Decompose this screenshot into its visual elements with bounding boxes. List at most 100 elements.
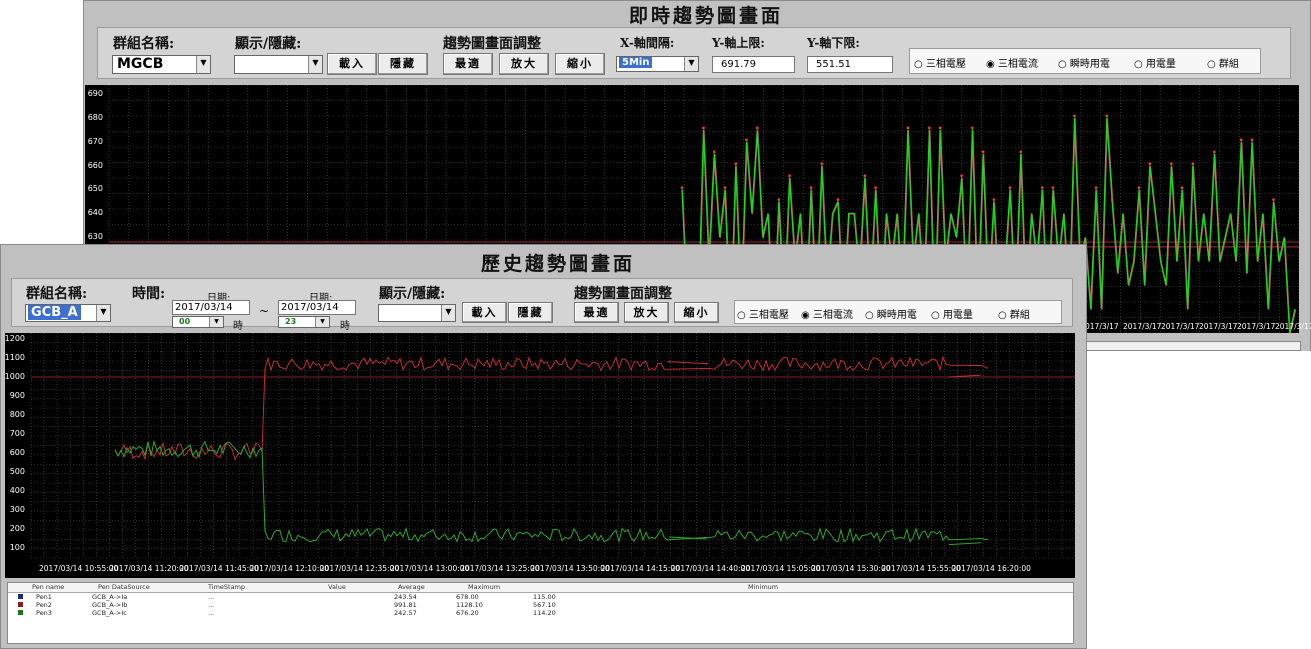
x-tick-label: 2017/3/17 bbox=[1161, 322, 1200, 331]
radio-icon: ○ bbox=[865, 310, 874, 321]
pen-color-swatch bbox=[18, 610, 23, 615]
best-fit-button[interactable]: 最適 bbox=[574, 302, 619, 323]
realtime-legend-area bbox=[1084, 351, 1311, 409]
zoom-out-button[interactable]: 縮小 bbox=[555, 53, 605, 75]
legend-header-row: Pen name Pen DataSource TimeStamp Value Aver… bbox=[8, 583, 1073, 593]
data-point bbox=[777, 198, 780, 201]
legend-cell: Pen2 bbox=[36, 601, 52, 609]
data-point bbox=[1213, 150, 1216, 153]
chevron-down-icon[interactable]: ▼ bbox=[209, 317, 223, 327]
radio-instant-power[interactable]: ○ 瞬時用電 bbox=[865, 306, 917, 321]
radio-icon: ○ bbox=[1058, 59, 1067, 70]
radio-instant-power[interactable]: ○ 瞬時用電 bbox=[1058, 55, 1110, 70]
radio-selected-icon: ◉ bbox=[801, 310, 810, 321]
pen-color-swatch bbox=[18, 602, 23, 607]
group-name-label: 群組名稱: bbox=[113, 36, 175, 52]
data-point bbox=[992, 198, 996, 201]
best-fit-button[interactable]: 最適 bbox=[443, 53, 493, 75]
end-hour-select[interactable]: 23 ▼ bbox=[278, 316, 330, 328]
radio-three-phase-voltage[interactable]: ○ 三相電壓 bbox=[737, 306, 789, 321]
x-interval-select[interactable]: 5Min ▼ bbox=[616, 56, 699, 72]
data-point bbox=[971, 126, 974, 130]
legend-cell: 567.10 bbox=[533, 601, 556, 609]
radio-energy-usage[interactable]: ○ 用電量 bbox=[1134, 55, 1176, 70]
radio-icon: ○ bbox=[1207, 59, 1216, 70]
chevron-down-icon[interactable]: ▼ bbox=[308, 56, 322, 73]
legend-cell: 114.20 bbox=[533, 609, 556, 617]
radio-group[interactable]: ○ 群組 bbox=[1207, 55, 1239, 70]
show-hide-select[interactable]: ▼ bbox=[378, 304, 456, 322]
data-point bbox=[1240, 138, 1243, 142]
chevron-down-icon[interactable]: ▼ bbox=[441, 305, 455, 321]
radio-selected-icon: ◉ bbox=[986, 59, 995, 70]
data-point bbox=[1180, 186, 1184, 189]
data-point bbox=[1094, 186, 1098, 189]
zoom-in-button[interactable]: 放大 bbox=[624, 302, 669, 323]
radio-three-phase-current[interactable]: ◉ 三相電流 bbox=[801, 306, 853, 321]
group-name-label: 群組名稱: bbox=[26, 286, 88, 302]
legend-body: Pen1 GCB_A->Ia... 243.54 678.00 115.00 Pen2 GC… bbox=[8, 593, 1073, 633]
legend-header-cell: Minimum bbox=[748, 583, 779, 591]
gap-bridge-line bbox=[668, 361, 708, 365]
y-lower-input[interactable]: 551.51 bbox=[807, 56, 893, 73]
x-tick-label: 2017/03/14 15:30:00 bbox=[811, 564, 891, 573]
history-chart-area: 1200 1100 1000 900 800 700 600 500 400 300 200 100 2… bbox=[5, 333, 1075, 578]
x-tick-label: 2017/03/14 14:15:00 bbox=[600, 564, 680, 573]
legend-cell: 243.54 bbox=[394, 593, 417, 601]
radio-energy-usage[interactable]: ○ 用電量 bbox=[931, 306, 973, 321]
pen-legend-table: Pen name Pen DataSource TimeStamp Value Aver… bbox=[7, 582, 1074, 644]
adjust-label: 趨勢圖畫面調整 bbox=[574, 286, 672, 302]
data-point bbox=[702, 126, 705, 130]
start-hour-select[interactable]: 00 ▼ bbox=[172, 316, 224, 328]
legend-header-cell: Value bbox=[328, 583, 346, 591]
data-point bbox=[820, 162, 824, 165]
legend-header-cell: Maximum bbox=[468, 583, 501, 591]
pen-color-swatch bbox=[18, 594, 23, 599]
group-name-select[interactable]: MGCB ▼ bbox=[112, 55, 211, 74]
y-tick-label: 600 bbox=[9, 448, 25, 458]
y-tick-label: 500 bbox=[9, 467, 25, 477]
hide-button[interactable]: 隱藏 bbox=[378, 53, 428, 75]
y-tick-label: 400 bbox=[9, 486, 25, 496]
time-label: 時間: bbox=[132, 286, 166, 302]
load-button[interactable]: 載入 bbox=[327, 53, 377, 75]
data-point bbox=[1110, 198, 1114, 201]
start-hour-unit: 時 bbox=[233, 321, 243, 332]
radio-group[interactable]: ○ 群組 bbox=[998, 306, 1030, 321]
zoom-out-button[interactable]: 縮小 bbox=[674, 302, 719, 323]
chevron-down-icon[interactable]: ▼ bbox=[196, 56, 210, 73]
chevron-down-icon[interactable]: ▼ bbox=[96, 305, 110, 321]
y-tick-label: 900 bbox=[9, 391, 25, 401]
y-tick-label: 200 bbox=[9, 524, 25, 534]
start-date-input[interactable]: 2017/03/14 bbox=[172, 300, 250, 315]
realtime-toolbar: 群組名稱: MGCB ▼ 顯示/隱藏: ▼ 載入 隱藏 趨勢圖畫面調整 最適 放… bbox=[97, 27, 1291, 79]
show-hide-label: 顯示/隱藏: bbox=[379, 286, 446, 302]
show-hide-select[interactable]: ▼ bbox=[234, 55, 323, 74]
x-tick-label: 2017/03/14 12:35:00 bbox=[319, 564, 400, 573]
y-tick-label: 660 bbox=[87, 160, 103, 170]
category-radio-group: ○ 三相電壓 ◉ 三相電流 ○ 瞬時用電 ○ 用電量 ○ 群組 bbox=[909, 48, 1261, 74]
group-name-select[interactable]: GCB_A ▼ bbox=[25, 304, 111, 322]
data-point bbox=[1008, 186, 1012, 189]
x-tick-label: 2017/03/14 13:25:00 bbox=[460, 564, 540, 573]
radio-icon: ○ bbox=[931, 310, 940, 321]
realtime-scrollbar[interactable] bbox=[1084, 341, 1301, 351]
data-point bbox=[836, 198, 840, 201]
radio-three-phase-current[interactable]: ◉ 三相電流 bbox=[986, 55, 1038, 70]
load-button[interactable]: 載入 bbox=[462, 302, 507, 323]
zoom-in-button[interactable]: 放大 bbox=[499, 53, 549, 75]
end-date-input[interactable]: 2017/03/14 bbox=[278, 300, 356, 315]
data-point bbox=[1019, 150, 1022, 153]
data-point bbox=[745, 138, 748, 142]
data-point bbox=[981, 150, 985, 153]
legend-cell: 991.81 bbox=[394, 601, 417, 609]
hide-button[interactable]: 隱藏 bbox=[508, 302, 553, 323]
y-tick-label: 100 bbox=[9, 543, 25, 553]
chevron-down-icon[interactable]: ▼ bbox=[684, 57, 698, 71]
legend-cell: ... bbox=[208, 601, 215, 609]
chevron-down-icon[interactable]: ▼ bbox=[315, 317, 329, 327]
data-point bbox=[1073, 114, 1076, 118]
radio-three-phase-voltage[interactable]: ○ 三相電壓 bbox=[914, 55, 966, 70]
y-upper-input[interactable]: 691.79 bbox=[712, 56, 795, 73]
tilde-separator: ~ bbox=[259, 304, 270, 318]
